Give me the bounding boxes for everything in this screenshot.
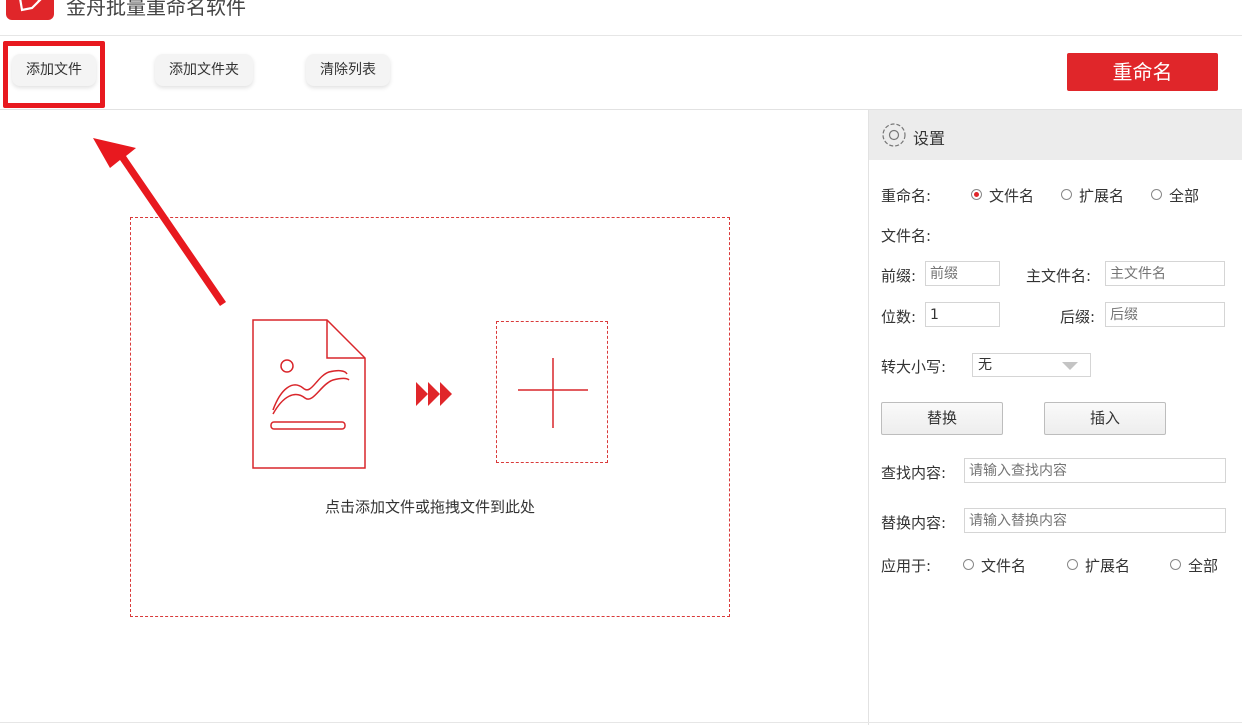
apply-option-all[interactable]: 全部 [1170,555,1218,576]
replace-label: 替换内容: [881,514,947,532]
rename-option-extension[interactable]: 扩展名 [1061,185,1124,206]
settings-header: 设置 [869,110,1242,160]
app-title: 金舟批量重命名软件 [66,0,246,19]
replace-mode-button[interactable]: 替换 [881,402,1003,435]
annotation-highlight-box [3,41,105,108]
triple-arrow-icon [416,382,452,406]
apply-option-filename[interactable]: 文件名 [963,555,1026,576]
add-folder-button[interactable]: 添加文件夹 [155,54,253,86]
find-label: 查找内容: [881,464,947,482]
document-image-icon [252,319,366,469]
suffix-input[interactable] [1105,302,1225,327]
clear-list-button[interactable]: 清除列表 [306,54,390,86]
find-input[interactable] [964,458,1226,483]
settings-title: 设置 [913,129,946,148]
rename-target-label: 重命名: [881,187,932,205]
insert-mode-button[interactable]: 插入 [1044,402,1166,435]
drop-hint-text: 点击添加文件或拖拽文件到此处 [324,498,535,516]
chevron-down-icon [1062,362,1078,370]
apply-option-extension[interactable]: 扩展名 [1067,555,1130,576]
main-name-label: 主文件名: [1026,267,1092,285]
filename-section-label: 文件名: [881,227,932,245]
rename-option-all[interactable]: 全部 [1151,185,1199,206]
prefix-label: 前缀: [881,267,917,285]
plus-icon [518,358,588,428]
toolbar: 添加文件 添加文件夹 清除列表 重命名 [0,36,1242,110]
apply-label: 应用于: [881,557,932,575]
digits-label: 位数: [881,308,917,326]
file-drop-zone[interactable]: 点击添加文件或拖拽文件到此处 [130,217,730,617]
case-select-value: 无 [978,357,992,373]
gear-icon [882,123,906,147]
replace-input[interactable] [964,508,1226,533]
title-bar: 金舟批量重命名软件 [0,0,1242,36]
rename-button[interactable]: 重命名 [1067,53,1218,91]
app-logo-icon [6,0,54,20]
main-name-input[interactable] [1105,261,1225,286]
prefix-input[interactable] [925,261,1000,286]
settings-panel: 设置 重命名: 文件名 扩展名 全部 文件名: 前缀: 主文件名: 位数: 后缀… [868,110,1242,725]
bottom-divider [0,722,1242,723]
add-file-target[interactable] [496,321,608,463]
rename-option-filename[interactable]: 文件名 [971,185,1034,206]
case-label: 转大小写: [881,358,947,376]
suffix-label: 后缀: [1060,308,1096,326]
case-select[interactable]: 无 [972,353,1091,377]
digits-input[interactable] [925,302,1000,327]
